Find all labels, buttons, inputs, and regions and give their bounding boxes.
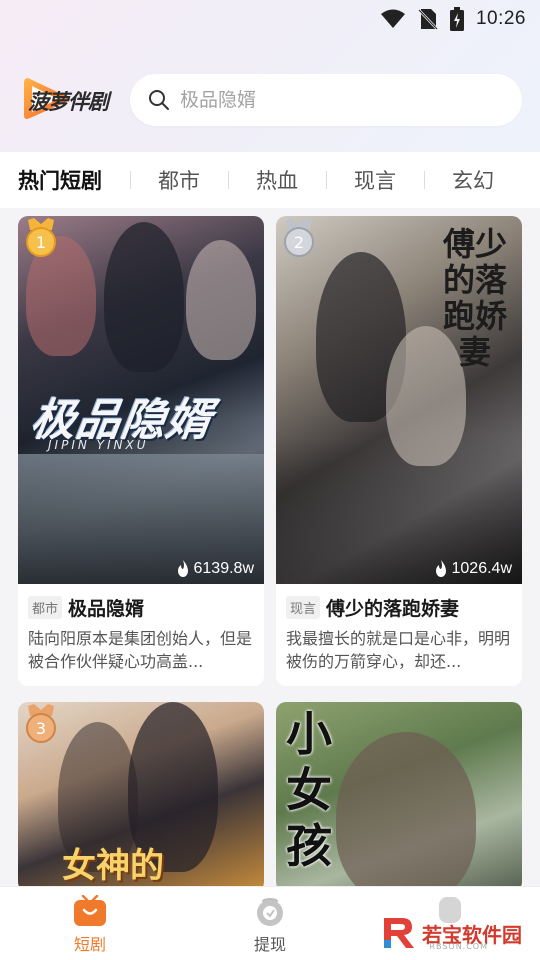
tab-romance[interactable]: 现言 (326, 165, 424, 195)
genre-tag: 都市 (28, 596, 63, 619)
nav-label-dramas: 短剧 (73, 935, 106, 954)
flame-icon (177, 560, 188, 577)
app-header: 菠萝伴剧 (18, 72, 522, 128)
rank-1-badge-icon: 1 (26, 218, 56, 257)
logo-text: 菠萝伴剧 (28, 89, 109, 114)
wifi-icon (380, 9, 406, 29)
card-info: 都市 极品隐婿 陆向阳原本是集团创始人，但是被合作伙伴疑心功高盖... (18, 584, 264, 673)
svg-text:1: 1 (36, 233, 46, 252)
poster-subtitle-art: JIPIN YINXU (48, 438, 149, 452)
drama-poster: 极品隐婿 JIPIN YINXU 1 6139.8w (18, 216, 264, 584)
view-count-text: 1026.4w (451, 560, 513, 577)
view-count: 6139.8w (176, 560, 255, 578)
rank-2-badge-icon: 2 (284, 218, 314, 257)
nav-item-dramas[interactable]: 短剧 (0, 887, 180, 960)
svg-text:2: 2 (294, 233, 304, 252)
tab-urban[interactable]: 都市 (130, 165, 228, 195)
clock: 10:26 (475, 8, 526, 29)
search-icon (149, 90, 169, 110)
drama-card[interactable]: 小女孩 (276, 702, 522, 892)
watermark-subtext: RBSON.COM (429, 942, 488, 951)
search-bar[interactable] (130, 74, 522, 126)
drama-description: 陆向阳原本是集团创始人，但是被合作伙伴疑心功高盖... (28, 629, 253, 671)
category-tabs: 热门短剧 都市 热血 现言 玄幻 (0, 152, 540, 208)
poster-title-art: 小女孩 (286, 707, 332, 873)
drama-poster: 小女孩 (276, 702, 522, 892)
no-sim-icon (418, 8, 438, 30)
drama-card[interactable]: 傅少的落跑娇妻 2 1026.4w 现言 傅少的落跑娇妻 我最擅长的就是口是心非… (276, 216, 522, 686)
tab-fantasy[interactable]: 玄幻 (424, 165, 522, 195)
tab-hot[interactable]: 热门短剧 (18, 165, 130, 195)
tv-icon (74, 895, 106, 926)
watermark-logo-icon (384, 918, 414, 948)
status-bar: 10:26 (0, 0, 540, 38)
battery-charging-icon (449, 7, 464, 31)
drama-card[interactable]: 极品隐婿 JIPIN YINXU 1 6139.8w 都市 极品隐婿 陆向阳原本… (18, 216, 264, 686)
drama-description: 我最擅长的就是口是心非，明明被伤的万箭穿心，却还... (286, 629, 511, 671)
poster-title-art: 女神的 (62, 846, 164, 886)
svg-text:3: 3 (36, 719, 46, 738)
drama-title: 极品隐婿 (68, 598, 145, 620)
tab-action[interactable]: 热血 (228, 165, 326, 195)
wallet-icon (257, 898, 283, 926)
flame-icon (435, 560, 446, 577)
poster-title-art: 傅少的落跑娇妻 (442, 225, 507, 371)
card-info: 现言 傅少的落跑娇妻 我最擅长的就是口是心非，明明被伤的万箭穿心，却还... (276, 584, 522, 673)
drama-poster: 女神的 3 (18, 702, 264, 892)
search-input[interactable] (180, 89, 440, 111)
nav-label-withdraw: 提现 (253, 935, 286, 954)
view-count-text: 6139.8w (193, 560, 255, 577)
view-count: 1026.4w (434, 560, 513, 578)
genre-tag: 现言 (286, 596, 321, 619)
drama-title: 傅少的落跑娇妻 (326, 598, 460, 620)
drama-poster: 傅少的落跑娇妻 2 1026.4w (276, 216, 522, 584)
drama-card[interactable]: 女神的 3 (18, 702, 264, 892)
nav-item-withdraw[interactable]: 提现 (180, 887, 360, 960)
app-logo: 菠萝伴剧 (18, 72, 122, 128)
rank-3-badge-icon: 3 (26, 704, 56, 743)
